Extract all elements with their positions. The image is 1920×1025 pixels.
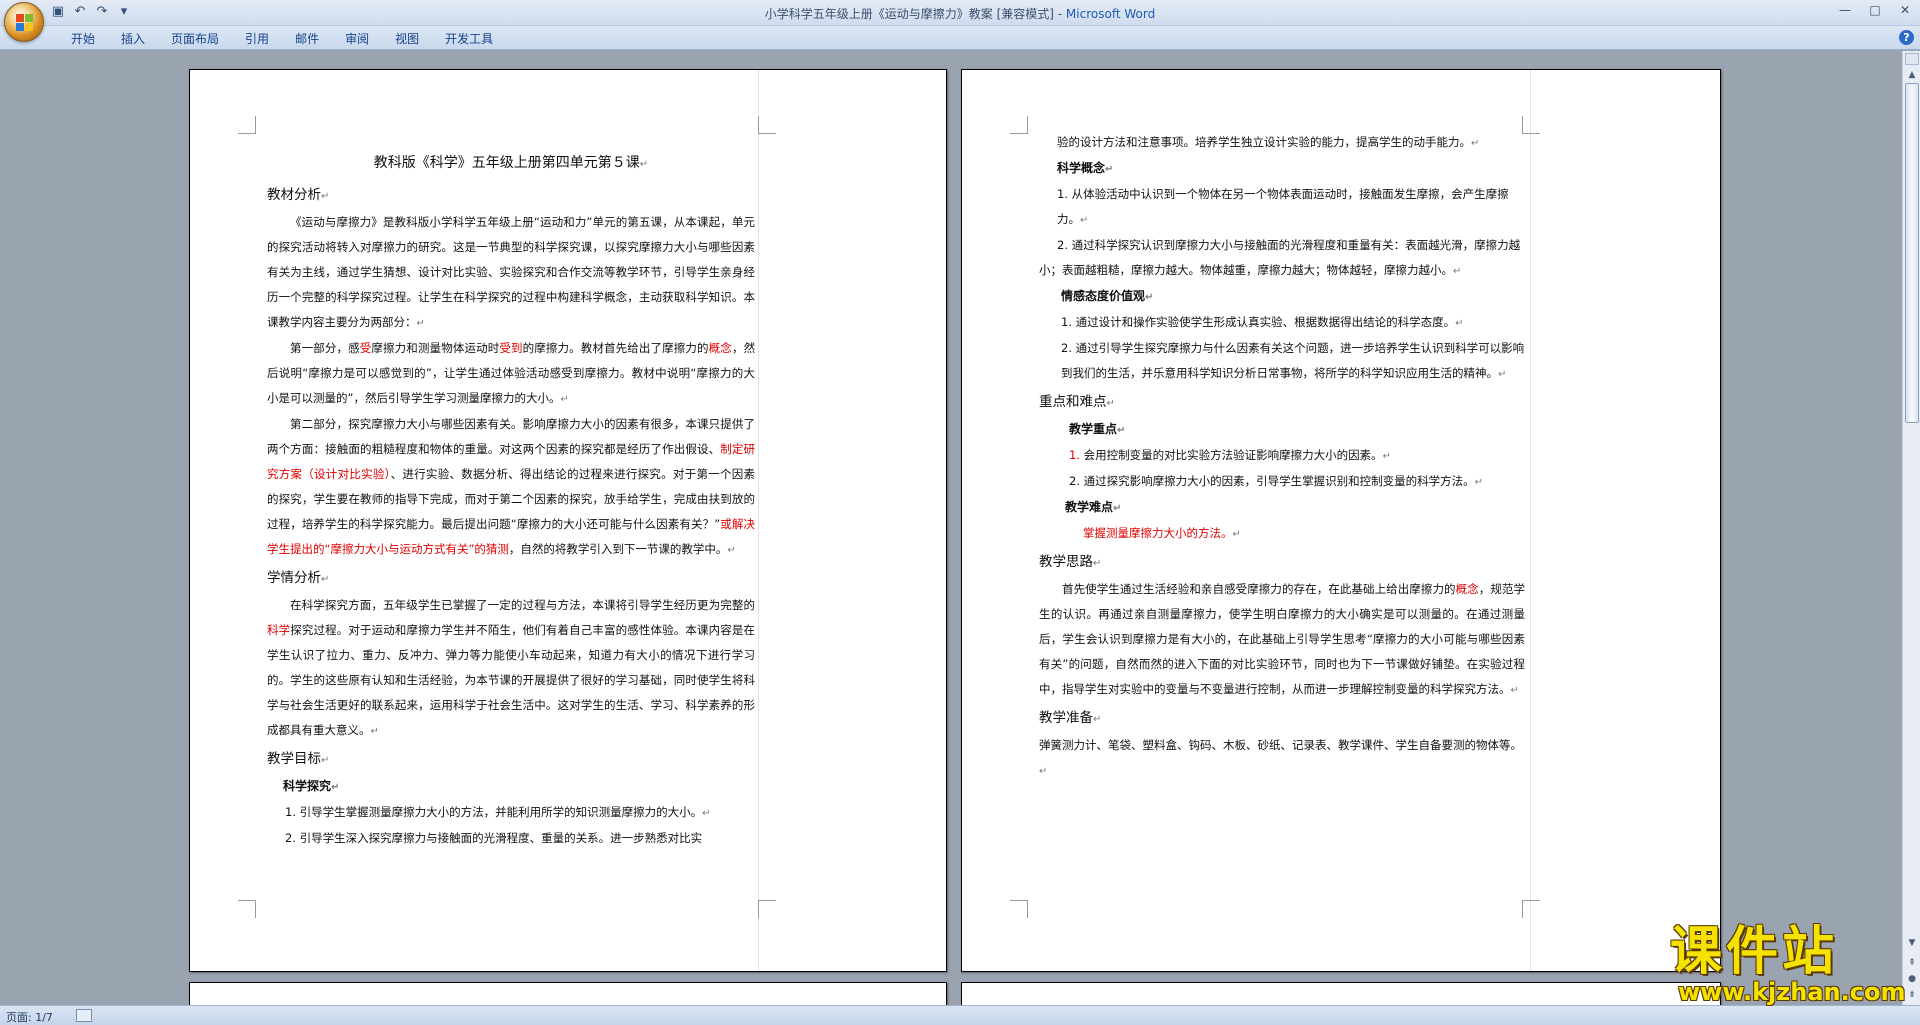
scrollbar-thumb[interactable] [1905, 83, 1919, 423]
paragraph: 第二部分，探究摩擦力大小与哪些因素有关。影响摩擦力大小的因素有很多，本课只提供了… [267, 417, 756, 556]
page-counter[interactable]: 页面: 1/7 [6, 1009, 53, 1025]
heading-teaching-preparation: 教学准备↵ [1039, 710, 1102, 726]
margin-guide [758, 70, 759, 971]
list-item: 2. 通过引导学生探究摩擦力与什么因素有关这个问题，进一步培养学生认识到科学可以… [1061, 341, 1525, 380]
paragraph: 弹簧测力计、笔袋、塑料盒、钩码、木板、砂纸、记录表、教学课件、学生自备要测的物体… [1039, 738, 1522, 777]
document-page-2[interactable]: 验的设计方法和注意事项。培养学生独立设计实验的能力，提高学生的动手能力。↵ 科学… [961, 69, 1721, 972]
title-bar: ▣ ↶ ↷ ▾ 小学科学五年级上册《运动与摩擦力》教案 [兼容模式] - Mic… [0, 0, 1920, 42]
office-button[interactable] [4, 2, 44, 42]
ruler-toggle-icon[interactable] [1905, 53, 1919, 65]
window-title: 小学科学五年级上册《运动与摩擦力》教案 [兼容模式] - Microsoft W… [764, 7, 1156, 21]
ribbon-tabs: 开始 插入 页面布局 引用 邮件 审阅 视图 开发工具 ? [0, 26, 1920, 50]
paragraph: 首先使学生通过生活经验和亲自感受摩擦力的存在，在此基础上给出摩擦力的概念，规范学… [1039, 582, 1526, 696]
paragraph: 验的设计方法和注意事项。培养学生独立设计实验的能力，提高学生的动手能力。↵ [1057, 135, 1480, 149]
tab-developer[interactable]: 开发工具 [432, 30, 506, 48]
heading-material-analysis: 教材分析↵ [267, 187, 330, 203]
subheading-science-inquiry: 科学探究↵ [283, 779, 340, 793]
subheading-teaching-difficulty: 教学难点↵ [1065, 500, 1122, 514]
tab-review[interactable]: 审阅 [332, 30, 382, 48]
list-item: 掌握测量摩擦力大小的方法。↵ [1083, 526, 1241, 540]
watermark-logo: 课件站 www.kjzhan.com [1670, 921, 1910, 1006]
window-controls: — □ ✕ [1830, 0, 1920, 20]
proofing-icon[interactable] [76, 1009, 92, 1022]
document-page-1[interactable]: 教科版《科学》五年级上册第四单元第５课↵ 教材分析↵ 《运动与摩擦力》是教科版小… [189, 69, 947, 972]
list-item: 1. 通过设计和操作实验使学生形成认真实验、根据数据得出结论的科学态度。↵ [1061, 315, 1464, 329]
list-item: 1. 从体验活动中认识到一个物体在另一个物体表面运动时，接触面发生摩擦，会产生摩… [1057, 187, 1509, 226]
list-item: 1. 会用控制变量的对比实验方法验证影响摩擦力大小的因素。↵ [1069, 448, 1392, 462]
scroll-up-icon[interactable]: ▲ [1905, 68, 1919, 82]
minimize-button[interactable]: — [1830, 0, 1860, 20]
crop-mark [1010, 116, 1028, 134]
crop-mark [1522, 900, 1540, 918]
list-item: 2. 引导学生深入探究摩擦力与接触面的光滑程度、重量的关系。进一步熟悉对比实 [285, 831, 703, 845]
tab-home[interactable]: 开始 [58, 30, 108, 48]
heading-teaching-approach: 教学思路↵ [1039, 554, 1102, 570]
paragraph: 第一部分，感受摩擦力和测量物体运动时受到的摩擦力。教材首先给出了摩擦力的概念，然… [267, 341, 756, 405]
document-title: 教科版《科学》五年级上册第四单元第５课↵ [373, 155, 649, 171]
tab-mailings[interactable]: 邮件 [282, 30, 332, 48]
subheading-teaching-focus: 教学重点↵ [1069, 422, 1126, 436]
subheading-attitudes-values: 情感态度价值观↵ [1061, 289, 1154, 303]
crop-mark [238, 116, 256, 134]
vertical-scrollbar[interactable]: ▲ ▼ ⇞ ● ⇟ [1902, 51, 1920, 1005]
status-bar: 页面: 1/7 [0, 1005, 1920, 1025]
watermark-text: 课件站 [1670, 921, 1839, 982]
office-logo-icon [16, 14, 34, 32]
crop-mark [758, 116, 776, 134]
page-1-text: 教科版《科学》五年级上册第四单元第５课↵ 教材分析↵ 《运动与摩擦力》是教科版小… [267, 150, 755, 851]
heading-key-points: 重点和难点↵ [1039, 394, 1115, 410]
help-icon[interactable]: ? [1899, 30, 1914, 45]
tab-references[interactable]: 引用 [232, 30, 282, 48]
heading-student-analysis: 学情分析↵ [267, 570, 330, 586]
document-workspace[interactable]: 教科版《科学》五年级上册第四单元第５课↵ 教材分析↵ 《运动与摩擦力》是教科版小… [0, 51, 1902, 1005]
close-button[interactable]: ✕ [1890, 0, 1920, 20]
heading-teaching-goals: 教学目标↵ [267, 751, 330, 767]
tab-page-layout[interactable]: 页面布局 [158, 30, 232, 48]
document-page-4[interactable] [961, 982, 1721, 1005]
page-2-text: 验的设计方法和注意事项。培养学生独立设计实验的能力，提高学生的动手能力。↵ 科学… [1039, 130, 1525, 784]
list-item: 2. 通过科学探究认识到摩擦力大小与接触面的光滑程度和重量有关：表面越光滑，摩擦… [1039, 238, 1521, 277]
subheading-science-concepts: 科学概念↵ [1057, 161, 1114, 175]
list-item: 2. 通过探究影响摩擦力大小的因素，引导学生掌握识别和控制变量的科学方法。↵ [1069, 474, 1484, 488]
crop-mark [238, 900, 256, 918]
list-item: 1. 引导学生掌握测量摩擦力大小的方法，并能利用所学的知识测量摩擦力的大小。↵ [285, 805, 711, 819]
paragraph: 《运动与摩擦力》是教科版小学科学五年级上册“运动和力”单元的第五课，从本课起，单… [267, 215, 755, 329]
tab-insert[interactable]: 插入 [108, 30, 158, 48]
maximize-button[interactable]: □ [1860, 0, 1890, 20]
app-name: Microsoft Word [1065, 7, 1156, 21]
tab-view[interactable]: 视图 [382, 30, 432, 48]
watermark-url: www.kjzhan.com [1678, 978, 1906, 1006]
document-page-3[interactable] [189, 982, 947, 1005]
crop-mark [758, 900, 776, 918]
crop-mark [1010, 900, 1028, 918]
paragraph: 在科学探究方面，五年级学生已掌握了一定的过程与方法，本课将引导学生经历更为完整的… [267, 598, 756, 737]
margin-guide [1530, 70, 1531, 971]
